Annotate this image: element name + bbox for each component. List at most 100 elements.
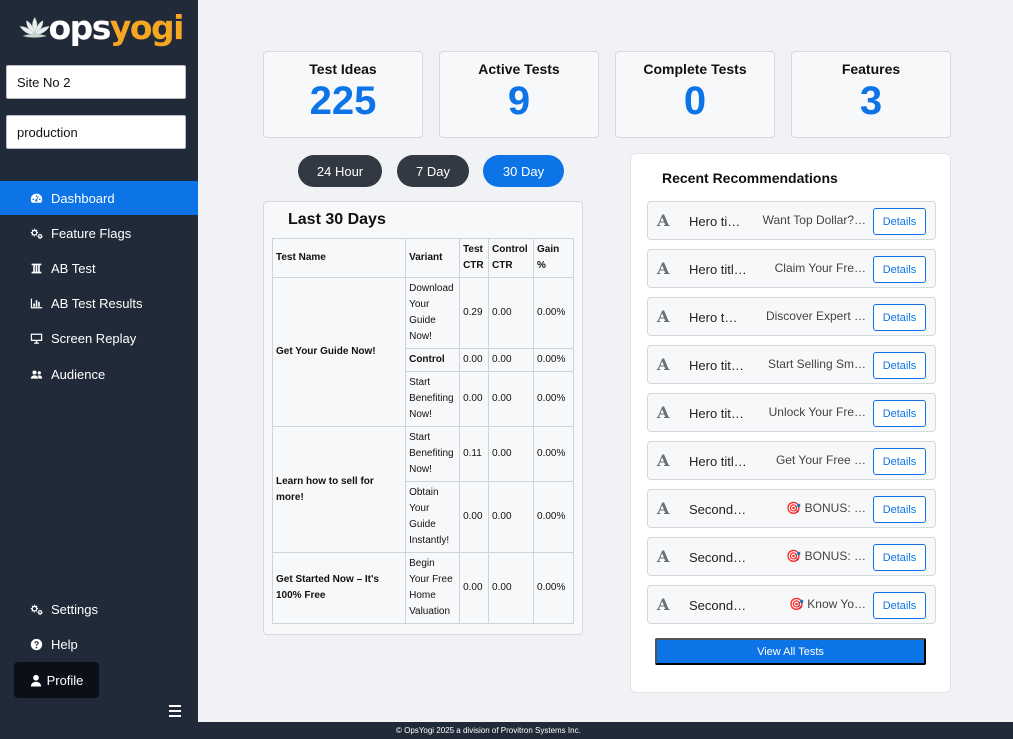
period-button-24-hour[interactable]: 24 Hour bbox=[298, 155, 382, 187]
gain-cell: 0.00% bbox=[533, 348, 574, 372]
bar-chart-icon bbox=[30, 298, 43, 308]
recent-recommendations-panel: Recent Recommendations A Hero ti… Want T… bbox=[630, 153, 951, 693]
recommendation-text: Discover Expert … bbox=[765, 309, 866, 323]
stat-card-active-tests: Active Tests 9 bbox=[439, 51, 599, 138]
recommendation-item: A Hero tit… Start Selling Sm… Details bbox=[647, 345, 936, 384]
recommendation-type: Hero t… bbox=[689, 310, 738, 325]
profile-button[interactable]: Profile bbox=[14, 662, 99, 698]
text-type-icon: A bbox=[657, 259, 670, 278]
hamburger-menu-icon[interactable] bbox=[169, 705, 181, 717]
sidebar-item-help[interactable]: Help bbox=[0, 627, 198, 661]
stat-value: 3 bbox=[859, 79, 883, 123]
panel-title: Last 30 Days bbox=[288, 211, 386, 228]
stat-card-complete-tests: Complete Tests 0 bbox=[615, 51, 775, 138]
header-variant: Variant bbox=[405, 238, 461, 278]
text-type-icon: A bbox=[657, 547, 670, 566]
tests-table: Test Name Variant Test CTR Control CTR G… bbox=[271, 238, 574, 624]
recommendation-type: Hero tit… bbox=[689, 358, 744, 373]
sidebar-item-settings[interactable]: Settings bbox=[0, 592, 198, 626]
recommendation-type: Hero titl… bbox=[689, 262, 747, 277]
sidebar-item-ab-test-results[interactable]: AB Test Results bbox=[0, 286, 198, 320]
recommendation-item: A Secondar… 🎯 BONUS: … Details bbox=[647, 537, 936, 576]
sidebar-item-label: Settings bbox=[51, 601, 98, 617]
variant-cell: Download Your Guide Now! bbox=[405, 277, 461, 349]
gauge-icon bbox=[30, 193, 43, 203]
stat-value: 9 bbox=[507, 79, 531, 123]
table-row: Learn how to sell for more! Start Benefi… bbox=[271, 426, 574, 553]
recommendation-item: A Hero tit… Unlock Your Fre… Details bbox=[647, 393, 936, 432]
table-header-row: Test Name Variant Test CTR Control CTR G… bbox=[271, 238, 574, 278]
sidebar-item-label: Feature Flags bbox=[51, 225, 132, 241]
recommendation-item: A Secondar… 🎯 BONUS: … Details bbox=[647, 489, 936, 528]
test-name-cell: Learn how to sell for more! bbox=[271, 426, 407, 553]
test-ctr-cell: 0.11 bbox=[459, 426, 490, 482]
test-ctr-cell: 0.00 bbox=[459, 552, 490, 624]
details-button[interactable]: Details bbox=[873, 352, 926, 379]
recommendation-type: Hero title… bbox=[689, 454, 749, 469]
test-ctr-cell: 0.00 bbox=[459, 371, 490, 427]
details-button[interactable]: Details bbox=[873, 544, 926, 571]
stat-card-test-ideas: Test Ideas 225 bbox=[263, 51, 423, 138]
recommendation-text: Unlock Your Fre… bbox=[768, 405, 866, 419]
variant-cell: Begin Your Free Home Valuation bbox=[405, 552, 461, 624]
header-test-name: Test Name bbox=[271, 238, 407, 278]
period-button-7-day[interactable]: 7 Day bbox=[397, 155, 469, 187]
gain-cell: 0.00% bbox=[533, 426, 574, 482]
site-select-input[interactable] bbox=[6, 65, 186, 99]
header-test-ctr: Test CTR bbox=[459, 238, 490, 278]
recommendation-item: A Hero t… Discover Expert … Details bbox=[647, 297, 936, 336]
sidebar-item-label: AB Test bbox=[51, 260, 96, 276]
sidebar-item-screen-replay[interactable]: Screen Replay bbox=[0, 321, 198, 355]
text-type-icon: A bbox=[657, 307, 670, 326]
recommendation-item: A Hero ti… Want Top Dollar?… Details bbox=[647, 201, 936, 240]
users-icon bbox=[30, 369, 43, 379]
period-button-30-day[interactable]: 30 Day bbox=[483, 155, 564, 187]
profile-label: Profile bbox=[46, 672, 84, 688]
view-all-tests-button[interactable]: View All Tests bbox=[655, 638, 926, 665]
stat-value: 0 bbox=[683, 79, 707, 123]
stat-card-features: Features 3 bbox=[791, 51, 951, 138]
test-name-cell: Get Your Guide Now! bbox=[271, 277, 407, 427]
recommendation-text: Get Your Free … bbox=[775, 453, 866, 467]
opsyogi-logo[interactable]: opsyogi bbox=[18, 6, 185, 48]
control-ctr-cell: 0.00 bbox=[488, 426, 535, 482]
monitor-icon bbox=[30, 333, 43, 344]
control-ctr-cell: 0.00 bbox=[488, 481, 535, 553]
test-ctr-cell: 0.00 bbox=[459, 481, 490, 553]
details-button[interactable]: Details bbox=[873, 496, 926, 523]
text-type-icon: A bbox=[657, 451, 670, 470]
text-type-icon: A bbox=[657, 499, 670, 518]
sidebar-item-dashboard[interactable]: Dashboard bbox=[0, 181, 198, 215]
table-row: Get Started Now – It's 100% Free Begin Y… bbox=[271, 552, 574, 624]
test-ctr-cell: 0.00 bbox=[459, 348, 490, 372]
sidebar-item-feature-flags[interactable]: Feature Flags bbox=[0, 216, 198, 250]
user-icon bbox=[30, 674, 41, 686]
recommendation-type: Hero tit… bbox=[689, 406, 744, 421]
sidebar-item-label: Audience bbox=[51, 366, 106, 382]
details-button[interactable]: Details bbox=[873, 208, 926, 235]
question-icon bbox=[30, 638, 43, 650]
details-button[interactable]: Details bbox=[873, 592, 926, 619]
stat-value: 225 bbox=[309, 79, 377, 123]
recommendation-text: Start Selling Sm… bbox=[767, 357, 866, 371]
control-ctr-cell: 0.00 bbox=[488, 371, 535, 427]
test-name-cell: Get Started Now – It's 100% Free bbox=[271, 552, 407, 624]
recommendation-type: Secondary… bbox=[689, 598, 749, 613]
details-button[interactable]: Details bbox=[873, 448, 926, 475]
gain-cell: 0.00% bbox=[533, 481, 574, 553]
details-button[interactable]: Details bbox=[873, 256, 926, 283]
recommendation-text: 🎯 BONUS: … bbox=[786, 549, 866, 563]
sidebar-item-audience[interactable]: Audience bbox=[0, 357, 198, 391]
gears-icon bbox=[30, 604, 43, 615]
logo-yogi-text: yogi bbox=[109, 7, 185, 47]
variant-cell: Obtain Your Guide Instantly! bbox=[405, 481, 461, 553]
details-button[interactable]: Details bbox=[873, 400, 926, 427]
environment-input[interactable] bbox=[6, 115, 186, 149]
recommendation-type: Secondar… bbox=[689, 502, 749, 517]
sidebar-item-ab-test[interactable]: AB Test bbox=[0, 251, 198, 285]
recommendation-text: Want Top Dollar?… bbox=[762, 213, 866, 227]
details-button[interactable]: Details bbox=[873, 304, 926, 331]
table-row: Get Your Guide Now! Download Your Guide … bbox=[271, 277, 574, 427]
sidebar-item-label: Screen Replay bbox=[51, 330, 137, 346]
stat-label: Test Ideas bbox=[309, 61, 377, 77]
